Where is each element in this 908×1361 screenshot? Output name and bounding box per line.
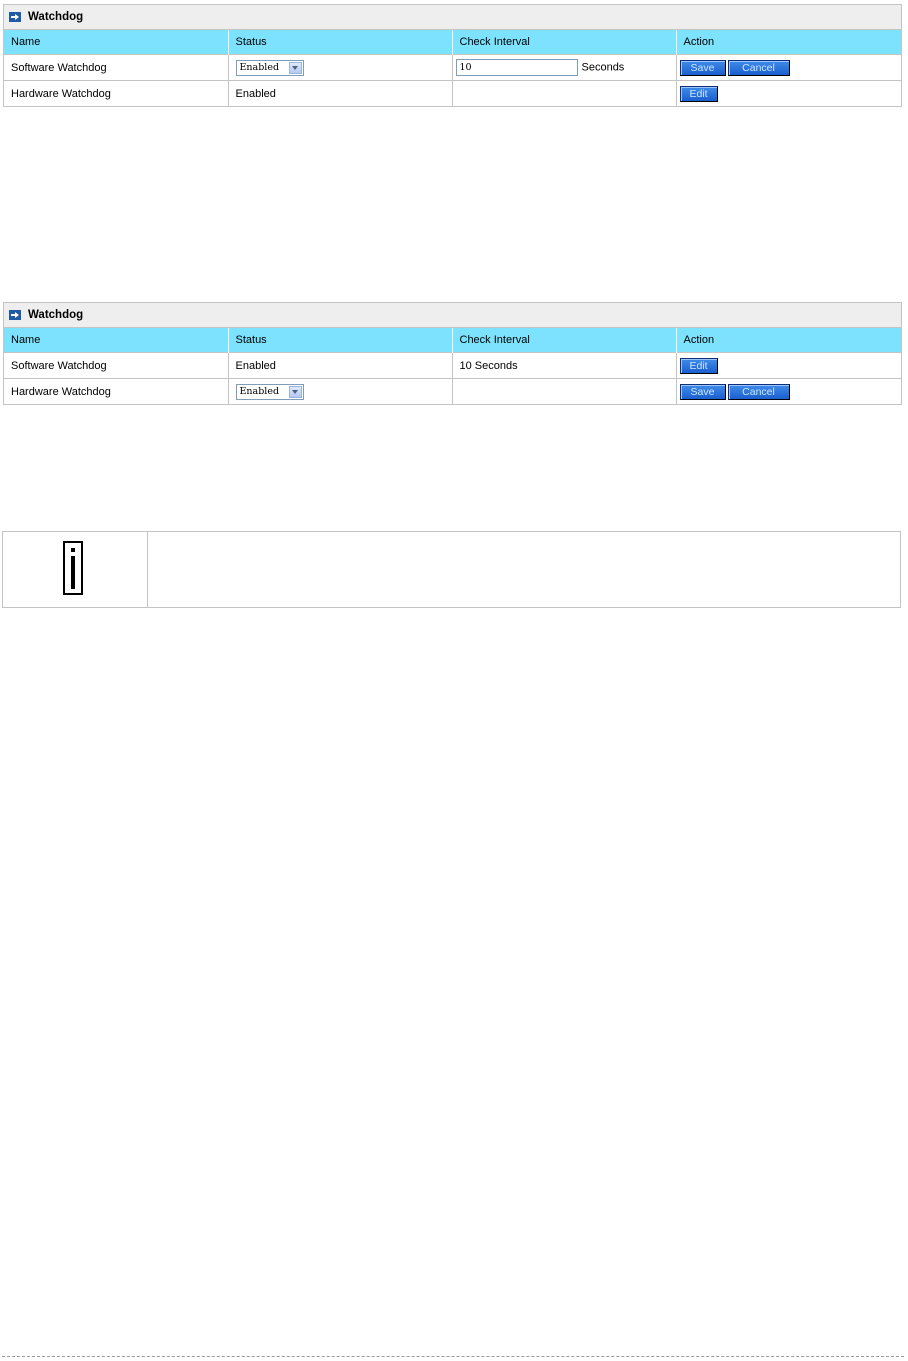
status-select-value: Enabled [239,62,280,73]
interval-cell-empty [452,378,677,404]
interval-unit-label: Seconds [581,61,625,74]
table-row: Hardware Watchdog Enabled Edit [4,80,901,106]
edit-button[interactable]: Edit [679,85,718,102]
save-button[interactable]: Save [679,383,726,400]
action-cell: Edit [676,80,901,106]
panel-title-bar: Watchdog [4,5,901,30]
column-header-status: Status [228,328,453,353]
column-header-action: Action [676,328,901,353]
column-header-name: Name [4,30,229,55]
table-header-row: Name Status Check Interval Action [4,328,901,353]
footer-divider [2,1356,904,1357]
status-select-value: Enabled [239,386,280,397]
info-icon [63,541,83,595]
check-interval-input[interactable]: 10 [455,59,578,76]
column-header-name: Name [4,328,229,353]
column-header-check-interval: Check Interval [452,30,677,55]
row-name: Hardware Watchdog [4,80,229,106]
panel-title: Watchdog [28,309,84,321]
status-cell: Enabled [228,378,453,404]
action-cell: Save Cancel [676,54,901,81]
note-box [2,531,901,608]
arrow-right-icon [9,310,21,320]
status-value: Enabled [228,352,453,379]
chevron-down-icon[interactable] [288,385,302,398]
watchdog-table: Name Status Check Interval Action Softwa… [4,30,901,106]
panel-title: Watchdog [28,11,84,23]
row-name: Hardware Watchdog [4,378,229,404]
row-name: Software Watchdog [4,54,229,81]
watchdog-table: Name Status Check Interval Action Softwa… [4,328,901,404]
status-cell: Enabled [228,54,453,81]
status-value: Enabled [228,80,453,106]
status-select[interactable]: Enabled [235,383,304,400]
edit-button[interactable]: Edit [679,357,718,374]
note-icon-cell [3,532,148,607]
column-header-action: Action [676,30,901,55]
column-header-status: Status [228,30,453,55]
cancel-button[interactable]: Cancel [727,59,790,76]
table-row: Software Watchdog Enabled 10 Seconds Save… [4,54,901,81]
table-row: Hardware Watchdog Enabled Save Cancel [4,378,901,404]
watchdog-panel-hardware-edit: Watchdog Name Status Check Interval Acti… [3,302,902,405]
interval-value: 10 Seconds [452,352,677,379]
table-header-row: Name Status Check Interval Action [4,30,901,55]
status-select[interactable]: Enabled [235,59,304,76]
interval-cell-empty [452,80,677,106]
chevron-down-icon[interactable] [288,61,302,74]
action-cell: Edit [676,352,901,379]
interval-cell: 10 Seconds [452,54,677,81]
row-name: Software Watchdog [4,352,229,379]
column-header-check-interval: Check Interval [452,328,677,353]
cancel-button[interactable]: Cancel [727,383,790,400]
action-cell: Save Cancel [676,378,901,404]
table-row: Software Watchdog Enabled 10 Seconds Edi… [4,352,901,379]
save-button[interactable]: Save [679,59,726,76]
watchdog-panel-software-edit: Watchdog Name Status Check Interval Acti… [3,4,902,107]
panel-title-bar: Watchdog [4,303,901,328]
arrow-right-icon [9,12,21,22]
